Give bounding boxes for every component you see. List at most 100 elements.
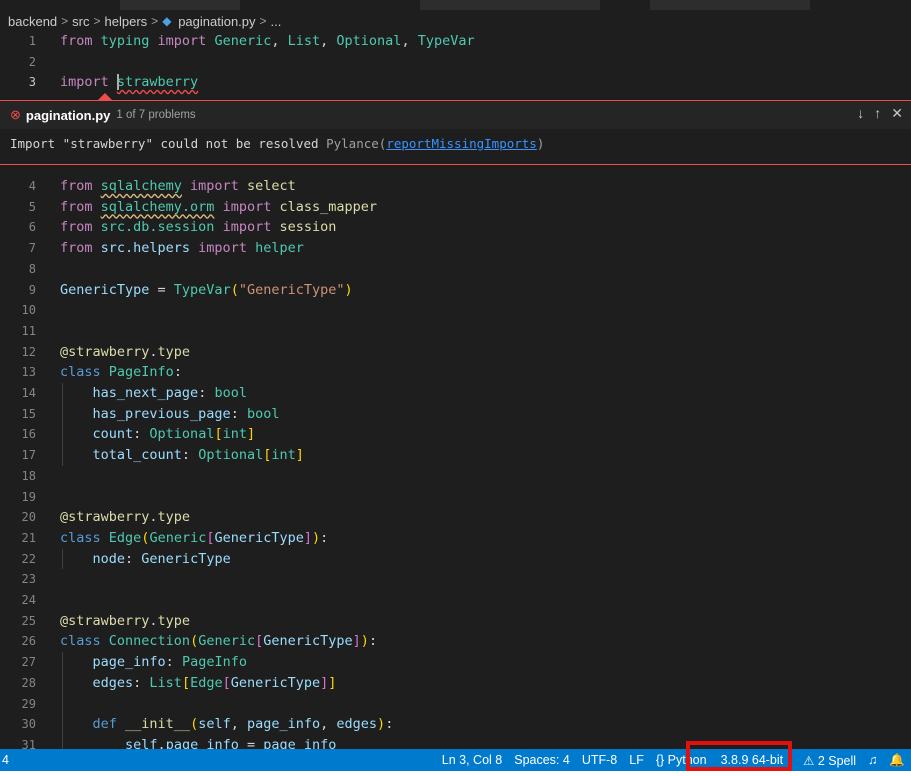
status-eol[interactable]: LF <box>623 753 650 767</box>
tab-placeholder[interactable] <box>650 0 810 10</box>
peek-rule-link[interactable]: reportMissingImports <box>386 136 537 151</box>
code-token: List <box>287 33 321 49</box>
indent-guide <box>62 383 63 466</box>
code-token: Generic <box>149 529 207 546</box>
line-number: 4 <box>28 179 36 193</box>
code-token: import <box>214 198 280 215</box>
code-token: __init__ <box>125 716 191 733</box>
notifications-bell-icon[interactable]: 🔔 <box>883 753 911 768</box>
code-line[interactable]: 27 page_info: PageInfo <box>0 652 911 673</box>
code-token: . <box>149 612 158 629</box>
code-token: . <box>149 509 158 526</box>
line-number: 14 <box>21 386 36 400</box>
code-token: class <box>60 364 109 381</box>
code-line[interactable]: 26 class Connection(Generic[GenericType])… <box>0 631 911 652</box>
line-number: 17 <box>21 448 36 463</box>
code-line[interactable]: 7 from src.helpers import helper <box>0 238 911 259</box>
code-line[interactable]: 9 GenericType = TypeVar("GenericType") <box>0 280 911 301</box>
code-line[interactable]: 24 <box>0 590 911 611</box>
code-token: ) <box>344 281 353 298</box>
next-problem-icon[interactable]: ↓ <box>857 105 864 122</box>
code-token: : <box>133 674 150 691</box>
status-left-item[interactable]: 4 <box>2 753 9 767</box>
code-token: ) <box>360 633 369 650</box>
feedback-icon[interactable]: ♫ <box>862 753 883 767</box>
breadcrumb-item-src[interactable]: src <box>72 14 89 29</box>
line-number: 19 <box>21 489 36 504</box>
line-number: 27 <box>21 655 36 670</box>
code-token: ) <box>377 716 386 733</box>
code-line[interactable]: 30 def __init__(self, page_info, edges): <box>0 714 911 735</box>
code-line[interactable]: 25 @strawberry.type <box>0 611 911 632</box>
line-number: 24 <box>21 593 36 607</box>
code-line[interactable]: 12 @strawberry.type <box>0 342 911 363</box>
code-line[interactable]: 14 has_next_page: bool <box>0 383 911 404</box>
code-token: type <box>157 509 191 526</box>
code-line[interactable]: 23 <box>0 569 911 590</box>
code-token: has_previous_page <box>92 405 231 422</box>
code-line[interactable]: 29 <box>0 694 911 715</box>
peek-file-name[interactable]: pagination.py <box>26 108 111 123</box>
breadcrumb-item-helpers[interactable]: helpers <box>105 14 148 29</box>
code-token: @strawberry <box>60 509 150 526</box>
line-number: 20 <box>21 510 36 525</box>
status-left: 4 <box>0 749 12 771</box>
code-line[interactable]: 20 @strawberry.type <box>0 507 911 528</box>
code-token: sqlalchemy.orm <box>100 198 215 215</box>
line-number: 7 <box>28 241 36 256</box>
code-token: Generic <box>214 33 272 49</box>
code-line[interactable]: 13 class PageInfo: <box>0 362 911 383</box>
code-line[interactable]: 11 <box>0 321 911 342</box>
line-number: 15 <box>21 406 36 421</box>
code-line[interactable]: 21 class Edge(Generic[GenericType]): <box>0 528 911 549</box>
code-line[interactable]: 2 <box>0 52 911 73</box>
code-line[interactable]: 19 <box>0 487 911 508</box>
tab-placeholder[interactable] <box>420 0 600 10</box>
code-line[interactable]: 4 from sqlalchemy import select <box>0 176 911 197</box>
code-token: GenericType <box>214 529 304 546</box>
code-text: @strawberry.type <box>60 611 190 632</box>
tab-placeholder[interactable] <box>120 0 240 10</box>
status-encoding[interactable]: UTF-8 <box>576 753 623 767</box>
code-token: select <box>246 178 296 194</box>
breadcrumb-item-more[interactable]: ... <box>271 14 282 29</box>
code-token: class <box>60 529 109 546</box>
code-token: ] <box>352 633 361 650</box>
line-number: 1 <box>28 34 36 48</box>
status-indentation[interactable]: Spaces: 4 <box>508 753 576 767</box>
code-line[interactable]: 10 <box>0 300 911 321</box>
code-token: from <box>60 198 101 215</box>
code-line[interactable]: 6 from src.db.session import session <box>0 217 911 238</box>
breadcrumb-item-backend[interactable]: backend <box>8 14 57 29</box>
status-cursor-position[interactable]: Ln 3, Col 8 <box>436 753 508 767</box>
code-line[interactable]: 17 total_count: Optional[int] <box>0 445 911 466</box>
peek-caret <box>98 93 112 100</box>
code-line[interactable]: 3 import strawberry <box>0 72 911 93</box>
code-token: import <box>181 178 247 194</box>
status-spell-warnings[interactable]: ⚠ 2 Spell <box>797 753 862 768</box>
code-token: ] <box>295 447 304 464</box>
code-line[interactable]: 5 from sqlalchemy.orm import class_mapper <box>0 197 911 218</box>
code-line[interactable]: 16 count: Optional[int] <box>0 424 911 445</box>
line-number: 16 <box>21 427 36 442</box>
line-number: 25 <box>21 613 36 628</box>
code-token: int <box>222 426 247 443</box>
code-line[interactable]: 15 has_previous_page: bool <box>0 404 911 425</box>
python-file-icon: ◆ <box>162 14 172 28</box>
code-text: class PageInfo: <box>60 362 182 383</box>
code-line[interactable]: 22 node: GenericType <box>0 549 911 570</box>
code-line[interactable]: 8 <box>0 259 911 280</box>
code-line[interactable]: 18 <box>0 466 911 487</box>
close-icon[interactable]: ✕ <box>891 105 903 122</box>
breadcrumb: backend > src > helpers > ◆ pagination.p… <box>0 10 911 32</box>
code-line[interactable]: 28 edges: List[Edge[GenericType]] <box>0 673 911 694</box>
breadcrumb-item-file[interactable]: pagination.py <box>178 14 255 29</box>
code-token: , <box>320 33 337 49</box>
line-number: 21 <box>21 530 36 545</box>
code-token: bool <box>246 405 280 422</box>
code-line[interactable]: 1 from typing import Generic, List, Optio… <box>0 31 911 52</box>
code-token: bool <box>214 385 247 401</box>
previous-problem-icon[interactable]: ↑ <box>874 105 881 122</box>
